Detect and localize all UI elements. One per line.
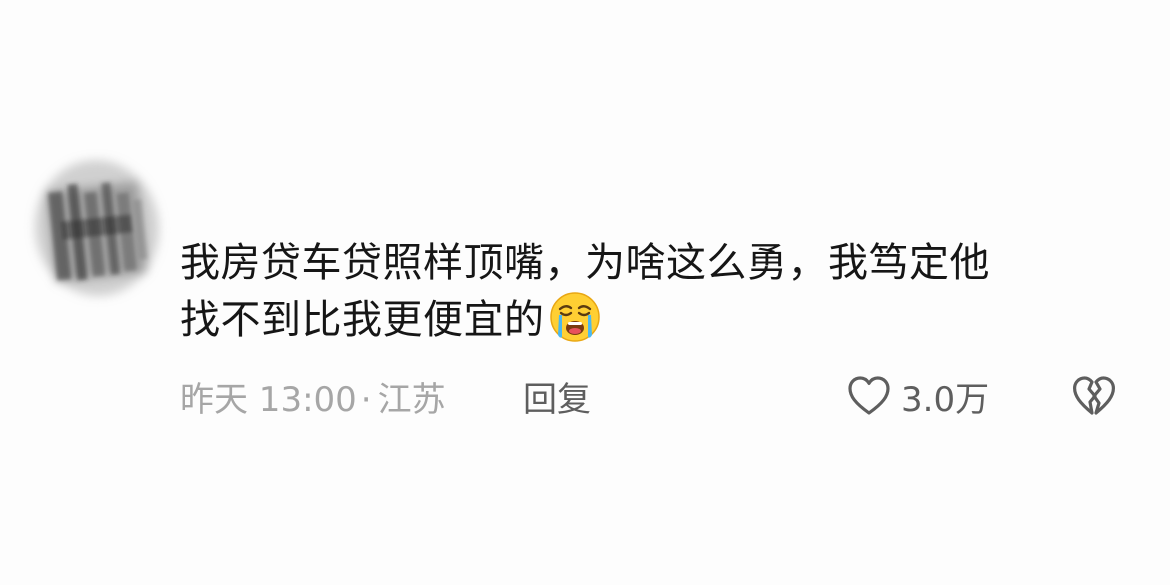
comment-text-line-2: 找不到比我更便宜的	[180, 291, 1110, 348]
comment-text-line-2-text: 找不到比我更便宜的	[180, 297, 545, 343]
reply-button[interactable]: 回复	[523, 372, 591, 421]
avatar[interactable]	[14, 141, 180, 316]
meta-separator: ·	[360, 380, 372, 420]
comment-time: 昨天 13:00	[180, 380, 357, 420]
comment-text-line-1: 我房贷车贷照样顶嘴，为啥这么勇，我笃定他	[180, 240, 990, 286]
heart-icon	[848, 376, 890, 415]
comment-meta: 昨天 13:00 · 江苏 回复 3.0万	[180, 366, 1140, 426]
like-button[interactable]: 3.0万	[845, 366, 989, 426]
like-count: 3.0万	[901, 379, 990, 420]
comment-location: 江苏	[377, 380, 446, 420]
comment-body: 我房贷车贷照样顶嘴，为啥这么勇，我笃定他 找不到比我更便宜的	[180, 236, 1110, 348]
comment-timestamp-location: 昨天 13:00 · 江苏	[180, 372, 446, 421]
broken-heart-icon[interactable]	[1070, 372, 1118, 420]
loudly-crying-face-icon	[549, 292, 600, 342]
comment-card: 我房贷车贷照样顶嘴，为啥这么勇，我笃定他 找不到比我更便宜的 昨天 13:00 ·…	[0, 0, 1170, 585]
